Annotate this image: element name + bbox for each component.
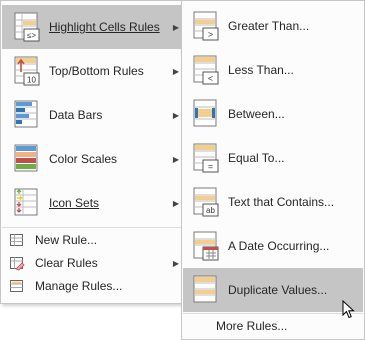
menu-item-clear-rules[interactable]: Clear Rules ▶ [2, 252, 188, 274]
submenu-arrow-icon: ▶ [172, 154, 179, 164]
menu-separator [2, 227, 188, 228]
menu-item-label: More Rules... [216, 319, 288, 333]
date-occurring-icon [193, 231, 219, 261]
menu-item-label: Color Scales [49, 152, 118, 166]
submenu-item-duplicate-values[interactable]: Duplicate Values... [183, 268, 363, 312]
submenu-item-text-contains[interactable]: ab Text that Contains... [183, 180, 363, 224]
menu-item-data-bars[interactable]: Data Bars ▶ [2, 93, 188, 137]
menu-item-color-scales[interactable]: Color Scales ▶ [2, 137, 188, 181]
conditional-formatting-menu: ≤> Highlight Cells Rules ▶ 10 Top/Bottom… [0, 0, 190, 304]
menu-item-label: Equal To... [228, 151, 285, 165]
data-bars-icon [14, 100, 40, 130]
submenu-arrow-icon: ▶ [172, 66, 179, 76]
icon-sets-icon [14, 188, 40, 218]
svg-text:10: 10 [27, 76, 36, 85]
clear-rules-icon [9, 255, 25, 271]
greater-than-icon: > [193, 11, 219, 41]
submenu-item-greater-than[interactable]: > Greater Than... [183, 4, 363, 48]
submenu-item-date-occurring[interactable]: A Date Occurring... [183, 224, 363, 268]
less-than-icon: < [193, 55, 219, 85]
submenu-arrow-icon: ▶ [172, 110, 179, 120]
submenu-arrow-icon: ▶ [172, 258, 179, 268]
between-icon [193, 99, 219, 129]
highlight-cells-icon: ≤> [14, 12, 40, 42]
svg-text:>: > [208, 30, 213, 40]
equal-to-icon: = [193, 143, 219, 173]
top-bottom-icon: 10 [14, 56, 40, 86]
menu-item-label: A Date Occurring... [228, 239, 330, 253]
highlight-cells-rules-submenu: > Greater Than... < Less Than... Between… [181, 0, 365, 340]
menu-item-label: Icon Sets [49, 196, 100, 210]
menu-item-label: New Rule... [35, 233, 98, 247]
svg-text:<: < [208, 74, 213, 84]
submenu-arrow-icon: ▶ [172, 22, 179, 32]
submenu-item-between[interactable]: Between... [183, 92, 363, 136]
menu-item-label: Greater Than... [228, 19, 310, 33]
menu-item-label: Clear Rules [35, 256, 98, 270]
manage-rules-icon [9, 278, 25, 294]
menu-item-top-bottom-rules[interactable]: 10 Top/Bottom Rules ▶ [2, 49, 188, 93]
menu-item-label: Less Than... [228, 63, 294, 77]
menu-item-icon-sets[interactable]: Icon Sets ▶ [2, 181, 188, 225]
duplicate-values-icon [193, 275, 219, 305]
new-rule-icon [9, 232, 25, 248]
menu-item-manage-rules[interactable]: Manage Rules... [2, 275, 188, 297]
menu-separator [183, 313, 363, 314]
submenu-item-equal-to[interactable]: = Equal To... [183, 136, 363, 180]
svg-text:=: = [208, 162, 213, 172]
menu-item-new-rule[interactable]: New Rule... [2, 229, 188, 251]
mouse-pointer-icon [342, 300, 356, 320]
menu-item-label: Between... [228, 107, 285, 121]
menu-item-label: Top/Bottom Rules [49, 64, 144, 78]
submenu-arrow-icon: ▶ [172, 198, 179, 208]
menu-item-label: Highlight Cells Rules [49, 20, 160, 34]
color-scales-icon [14, 144, 40, 174]
menu-item-label: Data Bars [49, 108, 103, 122]
submenu-item-less-than[interactable]: < Less Than... [183, 48, 363, 92]
svg-text:ab: ab [206, 206, 215, 215]
menu-item-label: Text that Contains... [228, 195, 335, 209]
submenu-item-more-rules[interactable]: More Rules... [183, 315, 363, 337]
svg-text:≤>: ≤> [27, 31, 36, 40]
text-contains-icon: ab [193, 187, 219, 217]
menu-item-label: Manage Rules... [35, 279, 123, 293]
menu-item-label: Duplicate Values... [228, 283, 328, 297]
menu-item-highlight-cells-rules[interactable]: ≤> Highlight Cells Rules ▶ [2, 5, 188, 49]
